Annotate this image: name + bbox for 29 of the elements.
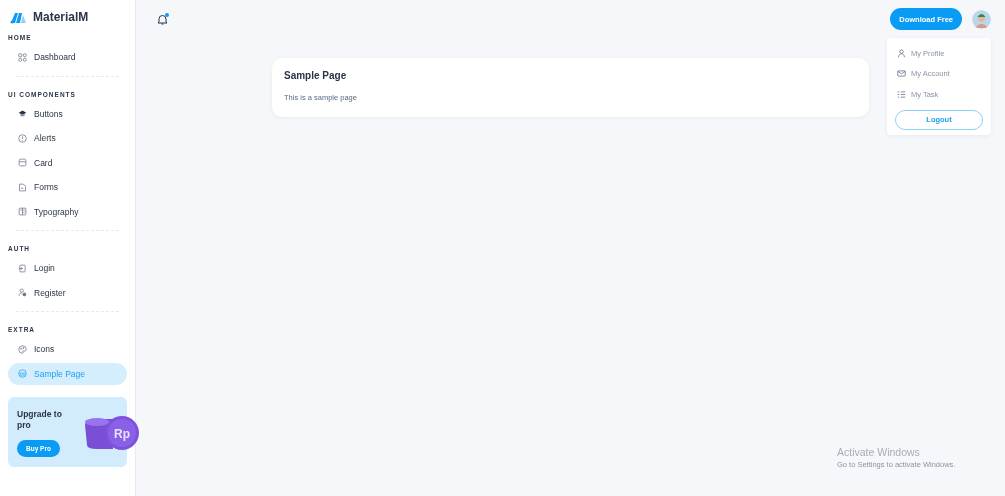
upgrade-title: Upgrade to pro	[17, 408, 63, 431]
card-icon	[18, 158, 27, 168]
sidebar-item[interactable]: Forms	[8, 175, 127, 200]
info-circle-icon	[18, 133, 27, 143]
sidebar-item[interactable]: Card	[8, 150, 127, 175]
sidebar-item[interactable]: Icons	[8, 337, 127, 362]
sidebar-item[interactable]: Register	[8, 280, 127, 305]
mail-icon	[897, 69, 906, 79]
document-icon	[18, 182, 27, 192]
book-icon	[18, 207, 27, 217]
graduation-cap-icon	[18, 109, 27, 119]
sidebar-item[interactable]: Login	[8, 256, 127, 281]
activation-title: Activate Windows	[837, 446, 920, 458]
notification-bell-icon[interactable]	[156, 12, 169, 26]
card-title: Sample Page	[284, 70, 347, 81]
dashboard-icon	[18, 52, 27, 62]
login-icon	[18, 263, 27, 273]
sidebar-item[interactable]: Dashboard	[8, 45, 127, 70]
logo-icon	[10, 10, 27, 24]
globe-icon	[18, 369, 27, 378]
palette-icon	[18, 344, 27, 354]
sidebar-item[interactable]: Alerts	[8, 126, 127, 151]
brand-name: MaterialM	[33, 10, 89, 24]
avatar[interactable]	[972, 9, 991, 29]
sidebar-item[interactable]: Typography	[8, 199, 127, 224]
user-icon	[897, 48, 906, 58]
sidebar-item[interactable]: Buttons	[8, 101, 127, 126]
user-icon	[18, 288, 27, 298]
list-icon	[897, 89, 906, 99]
